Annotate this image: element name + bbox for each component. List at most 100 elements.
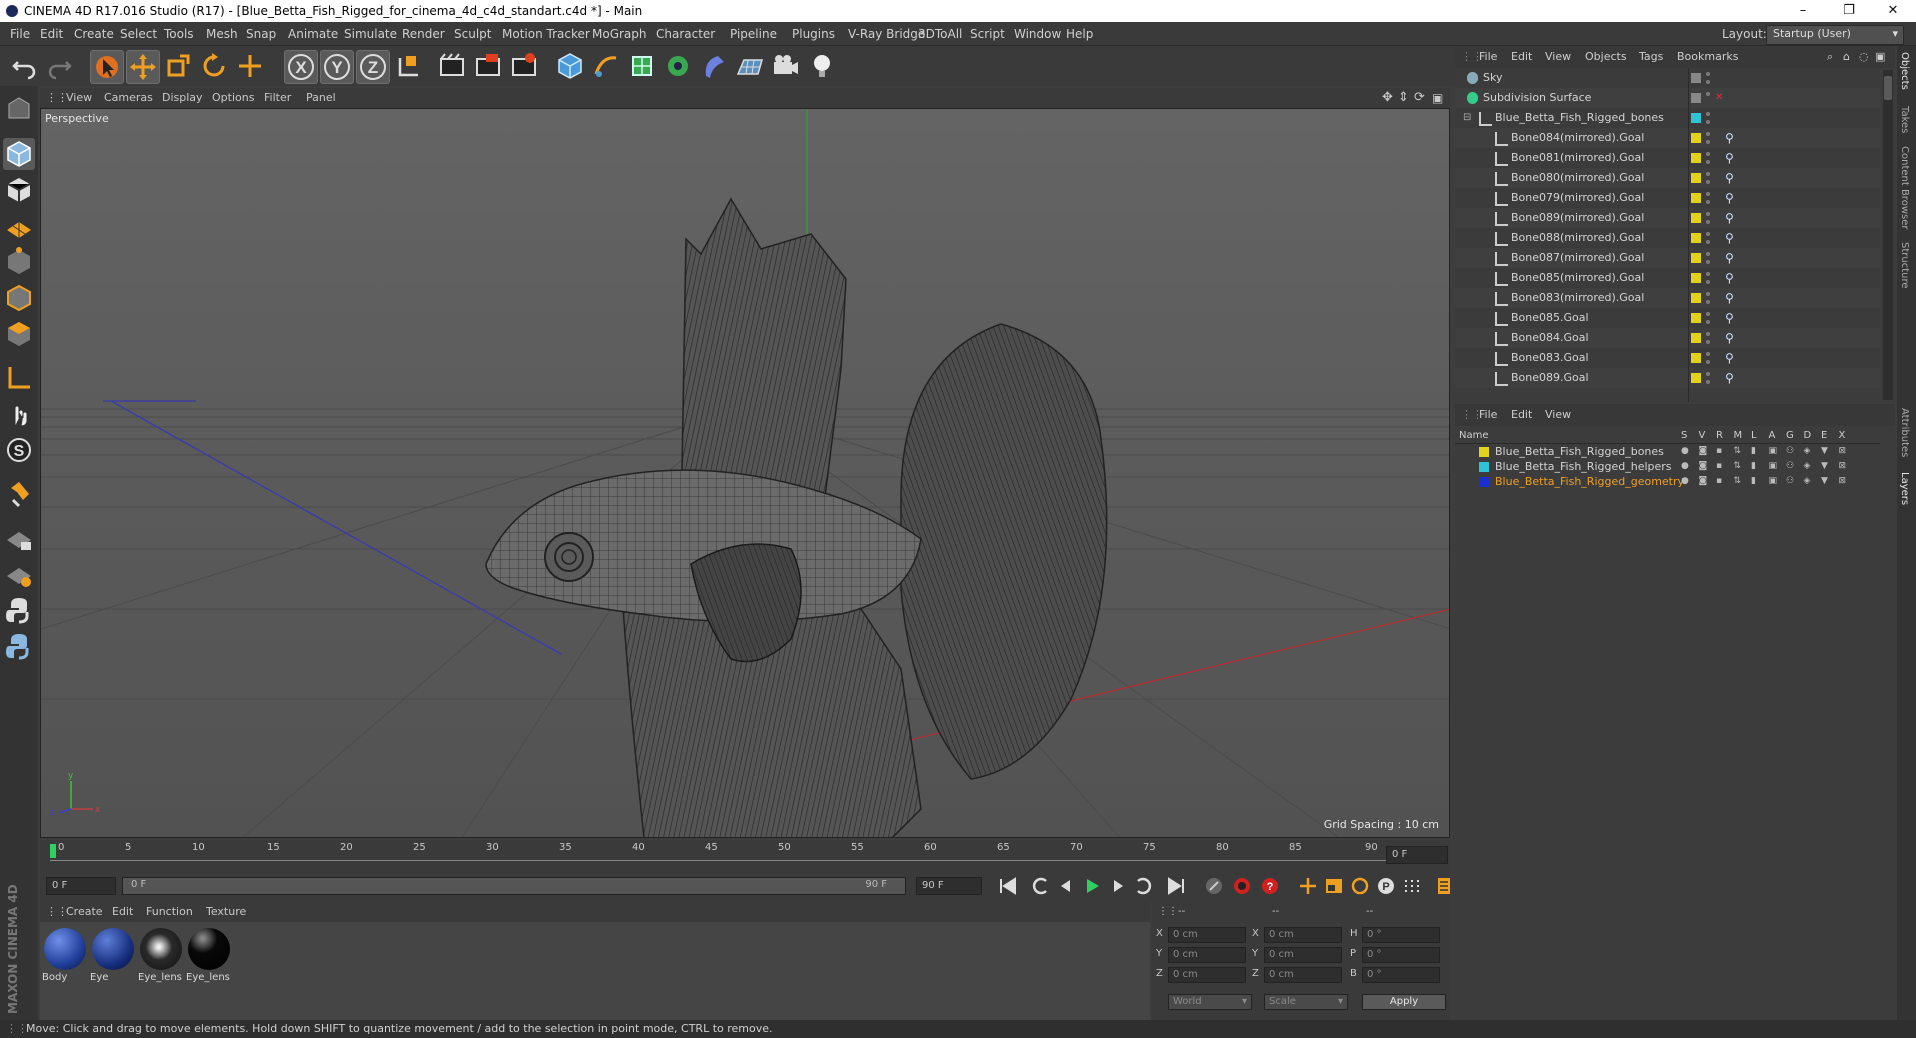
menu-motion-tracker[interactable]: Motion Tracker [502, 22, 590, 46]
object-row[interactable]: Subdivision Surface ✕ [1455, 88, 1880, 108]
layer-toggle-icon[interactable]: ● [1681, 444, 1689, 459]
layer-color-swatch[interactable] [1691, 133, 1701, 143]
editor-visibility-dot[interactable] [1706, 212, 1710, 216]
python-icon[interactable] [3, 594, 35, 626]
layer-toggle-icon[interactable]: ◈ [1804, 444, 1811, 459]
make-editable-icon[interactable] [3, 94, 35, 126]
layer-toggle-icon[interactable]: ▮ [1751, 474, 1756, 489]
workplane-icon[interactable] [3, 210, 35, 242]
layer-color-swatch[interactable] [1691, 113, 1701, 123]
next-frame-icon[interactable] [1106, 875, 1130, 897]
layer-color-swatch[interactable] [1691, 333, 1701, 343]
layer-color-swatch[interactable] [1691, 373, 1701, 383]
current-frame-field[interactable]: 0 F [1386, 846, 1448, 864]
layer-color-swatch[interactable] [1691, 93, 1701, 103]
layer-column-header[interactable]: S [1681, 428, 1687, 443]
lock-workplane-icon[interactable] [3, 522, 35, 554]
keyframe-selection-icon[interactable]: ? [1258, 875, 1282, 897]
layer-toggle-icon[interactable]: ⊠ [1839, 459, 1847, 474]
object-menu-bookmarks[interactable]: Bookmarks [1677, 46, 1738, 68]
redo-icon[interactable] [44, 50, 76, 82]
go-to-start-icon[interactable] [996, 875, 1020, 897]
ik-tag-icon[interactable]: ⚲ [1725, 348, 1734, 368]
undo-icon[interactable] [8, 50, 40, 82]
go-to-end-icon[interactable] [1164, 875, 1188, 897]
layer-column-header[interactable]: X [1839, 428, 1846, 443]
cube-icon[interactable] [554, 50, 586, 82]
range-slider[interactable]: 0 F 90 F [122, 877, 906, 895]
rotate-view-icon[interactable]: ⟳ [1414, 88, 1425, 108]
layer-color-swatch[interactable] [1479, 462, 1489, 472]
tweak-mode-icon[interactable] [3, 398, 35, 430]
layer-column-header[interactable]: A [1769, 428, 1776, 443]
ik-tag-icon[interactable]: ⚲ [1725, 368, 1734, 388]
render-visibility-dot[interactable] [1706, 240, 1710, 244]
layer-toggle-icon[interactable]: ▪ [1716, 444, 1722, 459]
maximize-button[interactable]: ❐ [1826, 0, 1872, 22]
menu-script[interactable]: Script [970, 22, 1005, 46]
previous-key-icon[interactable] [1028, 875, 1052, 897]
layer-color-swatch[interactable] [1691, 233, 1701, 243]
render-view-icon[interactable] [436, 50, 468, 82]
coordinate-system-icon[interactable] [392, 50, 424, 82]
ik-tag-icon[interactable]: ⚲ [1725, 328, 1734, 348]
layer-toggle-icon[interactable]: ◙ [1699, 474, 1708, 489]
layer-toggle-icon[interactable]: ◈ [1804, 459, 1811, 474]
layer-toggle-icon[interactable]: ⚇ [1786, 444, 1794, 459]
layer-color-swatch[interactable] [1691, 73, 1701, 83]
layer-toggle-icon[interactable]: ⇅ [1734, 474, 1742, 489]
layer-color-swatch[interactable] [1479, 477, 1489, 487]
layer-column-header[interactable]: R [1716, 428, 1723, 443]
close-button[interactable]: ✕ [1870, 0, 1916, 22]
layer-row[interactable]: Blue_Betta_Fish_Rigged_geometry ● ◙ ▪ ⇅ ▮ ▣ ⚇ ◈ ▼… [1455, 474, 1880, 489]
layer-column-header[interactable]: G [1786, 428, 1794, 443]
layer-column-header[interactable]: E [1821, 428, 1827, 443]
render-visibility-dot[interactable] [1706, 140, 1710, 144]
editor-visibility-dot[interactable] [1706, 92, 1710, 96]
object-row[interactable]: Bone089(mirrored).Goal ⚲ [1455, 208, 1880, 228]
layer-menu-edit[interactable]: Edit [1511, 404, 1532, 426]
record-active-objects-icon[interactable] [1202, 875, 1226, 897]
menu-create[interactable]: Create [74, 22, 114, 46]
planar-workplane-icon[interactable] [3, 558, 35, 590]
lock-icon[interactable]: ◌ [1859, 46, 1869, 68]
size-x-field[interactable]: 0 cm [1264, 927, 1342, 943]
pos-x-field[interactable]: 0 cm [1168, 927, 1246, 943]
layer-toggle-icon[interactable]: ⊠ [1839, 444, 1847, 459]
menu-select[interactable]: Select [120, 22, 157, 46]
editor-visibility-dot[interactable] [1706, 312, 1710, 316]
search-icon[interactable]: ⌕ [1827, 46, 1833, 68]
object-row[interactable]: Bone084.Goal ⚲ [1455, 328, 1880, 348]
ik-tag-icon[interactable]: ⚲ [1725, 308, 1734, 328]
menu-animate[interactable]: Animate [288, 22, 338, 46]
layer-color-swatch[interactable] [1479, 447, 1489, 457]
ik-tag-icon[interactable]: ⚲ [1725, 188, 1734, 208]
layer-menu-view[interactable]: View [1545, 404, 1571, 426]
material-swatch[interactable]: Eye_lens [138, 926, 184, 988]
next-key-icon[interactable] [1132, 875, 1156, 897]
material-swatch[interactable]: Eye_lens [186, 926, 232, 988]
editor-visibility-dot[interactable] [1706, 132, 1710, 136]
render-visibility-dot[interactable] [1706, 220, 1710, 224]
layer-toggle-icon[interactable]: ▮ [1751, 444, 1756, 459]
deformer-icon[interactable] [698, 50, 730, 82]
menu-3dtoall[interactable]: 3DToAll [918, 22, 962, 46]
key-pla-icon[interactable] [1400, 875, 1424, 897]
rot-p-field[interactable]: 0 ° [1362, 947, 1440, 963]
rot-h-field[interactable]: 0 ° [1362, 927, 1440, 943]
z-axis-icon[interactable]: Z [356, 50, 390, 84]
move-icon[interactable] [126, 50, 160, 84]
ik-tag-icon[interactable]: ⚲ [1725, 208, 1734, 228]
object-row[interactable]: Bone085(mirrored).Goal ⚲ [1455, 268, 1880, 288]
scale-icon[interactable] [162, 50, 194, 82]
render-visibility-dot[interactable] [1706, 200, 1710, 204]
editor-visibility-dot[interactable] [1706, 232, 1710, 236]
menu-help[interactable]: Help [1066, 22, 1093, 46]
subdivision-icon[interactable] [626, 50, 658, 82]
render-visibility-dot[interactable] [1706, 360, 1710, 364]
layer-toggle-icon[interactable]: ▣ [1769, 474, 1778, 489]
render-visibility-dot[interactable] [1706, 320, 1710, 324]
viewport-menu-display[interactable]: Display [162, 88, 203, 108]
render-visibility-dot[interactable] [1706, 180, 1710, 184]
viewport-menu-options[interactable]: Options [212, 88, 254, 108]
